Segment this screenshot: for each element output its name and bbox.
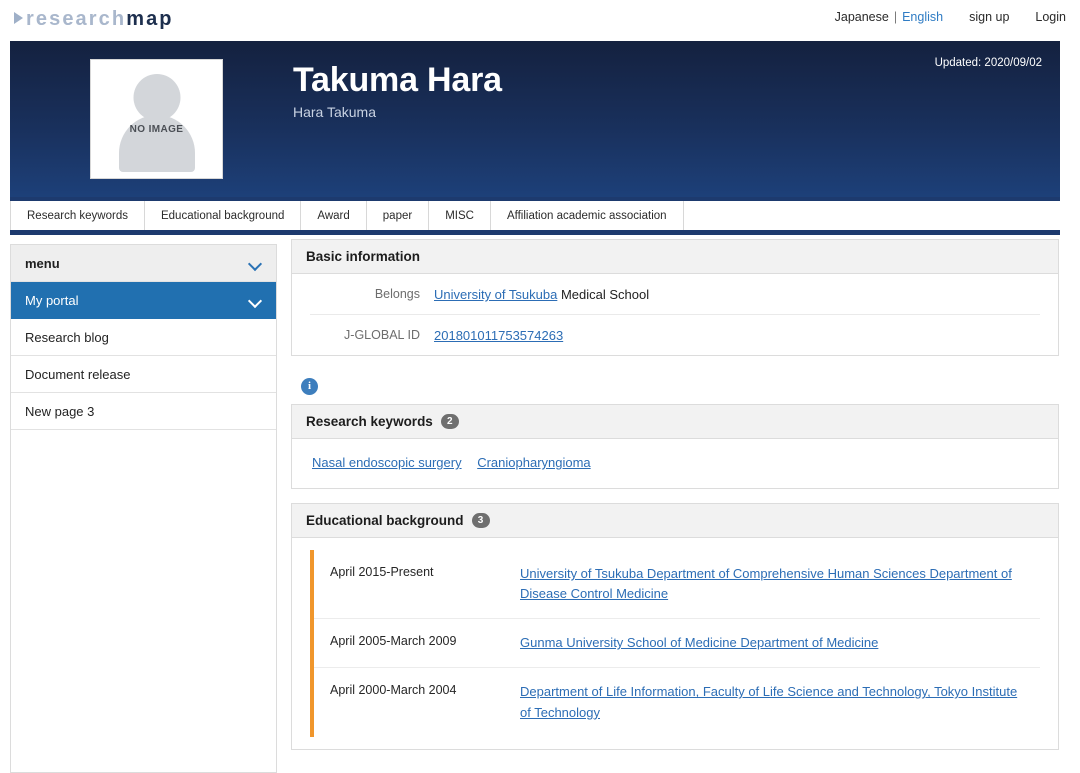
education-period: April 2005-March 2009 xyxy=(330,633,520,648)
sidebar-item-label: New page 3 xyxy=(25,404,94,419)
sidebar-menu-header[interactable]: menu xyxy=(11,245,276,282)
education-period: April 2000-March 2004 xyxy=(330,682,520,697)
page-body: menu My portal Research blog Document re… xyxy=(0,239,1080,773)
educational-background-list: April 2015-Present University of Tsukuba… xyxy=(310,550,1040,737)
chevron-down-icon[interactable] xyxy=(249,296,262,304)
basic-information-panel: Basic information Belongs University of … xyxy=(291,239,1059,356)
education-period: April 2015-Present xyxy=(330,564,520,579)
info-circle-icon[interactable]: i xyxy=(301,378,318,395)
educational-background-title: Educational background xyxy=(306,513,464,528)
educational-background-header: Educational background 3 xyxy=(292,504,1058,538)
sign-up-link[interactable]: sign up xyxy=(969,10,1009,24)
person-silhouette-icon xyxy=(91,60,222,178)
belongs-label: Belongs xyxy=(310,287,434,301)
basic-information-title: Basic information xyxy=(306,249,420,264)
research-keywords-count-badge: 2 xyxy=(441,414,459,429)
language-english-link[interactable]: English xyxy=(902,10,943,24)
sidebar-item-new-page-3[interactable]: New page 3 xyxy=(11,393,276,430)
education-institution-link[interactable]: Department of Life Information, Faculty … xyxy=(520,684,1017,719)
logo-text-map: map xyxy=(126,8,173,31)
sidebar-item-research-blog[interactable]: Research blog xyxy=(11,319,276,356)
play-triangle-icon xyxy=(14,12,23,24)
education-institution-link[interactable]: University of Tsukuba Department of Comp… xyxy=(520,566,1012,601)
info-icon-row: i xyxy=(291,370,1059,402)
updated-timestamp: Updated: 2020/09/02 xyxy=(935,57,1042,69)
belongs-link[interactable]: University of Tsukuba xyxy=(434,287,557,302)
basic-information-body: Belongs University of Tsukuba Medical Sc… xyxy=(292,274,1058,355)
education-institution-link[interactable]: Gunma University School of Medicine Depa… xyxy=(520,635,878,650)
top-navigation: Japanese | English sign up Login xyxy=(835,10,1066,24)
sidebar-item-label: Research blog xyxy=(25,330,109,345)
language-separator: | xyxy=(894,10,897,24)
education-institution: Department of Life Information, Faculty … xyxy=(520,682,1030,722)
tab-educational-background[interactable]: Educational background xyxy=(145,201,301,230)
list-item: April 2005-March 2009 Gunma University S… xyxy=(314,619,1040,668)
language-japanese-link[interactable]: Japanese xyxy=(835,10,889,24)
research-keywords-header: Research keywords 2 xyxy=(292,405,1058,439)
educational-background-panel: Educational background 3 April 2015-Pres… xyxy=(291,503,1059,750)
education-institution: University of Tsukuba Department of Comp… xyxy=(520,564,1030,604)
tab-paper[interactable]: paper xyxy=(367,201,429,230)
belongs-rest-text: Medical School xyxy=(557,287,649,302)
profile-hero-banner: NO IMAGE Takuma Hara Hara Takuma Updated… xyxy=(10,41,1060,197)
top-bar: research map Japanese | English sign up … xyxy=(0,0,1080,38)
sidebar: menu My portal Research blog Document re… xyxy=(10,244,277,773)
sidebar-menu-header-label: menu xyxy=(25,256,60,271)
tab-misc[interactable]: MISC xyxy=(429,201,491,230)
tab-bar: Research keywords Educational background… xyxy=(10,197,1060,235)
main-content: Basic information Belongs University of … xyxy=(291,239,1059,764)
table-row: J-GLOBAL ID 201801011753574263 xyxy=(310,315,1040,355)
research-keywords-panel: Research keywords 2 Nasal endoscopic sur… xyxy=(291,404,1059,489)
research-keywords-body: Nasal endoscopic surgery Craniopharyngio… xyxy=(292,439,1058,488)
sidebar-item-document-release[interactable]: Document release xyxy=(11,356,276,393)
chevron-down-icon[interactable] xyxy=(249,259,262,267)
jglobal-id-link[interactable]: 201801011753574263 xyxy=(434,328,563,343)
research-keywords-title: Research keywords xyxy=(306,414,433,429)
sidebar-item-label: My portal xyxy=(25,293,78,308)
basic-information-header: Basic information xyxy=(292,240,1058,274)
avatar: NO IMAGE xyxy=(90,59,223,179)
list-item: April 2015-Present University of Tsukuba… xyxy=(314,550,1040,619)
page-title: Takuma Hara xyxy=(293,61,502,100)
site-logo[interactable]: research map xyxy=(14,8,174,31)
table-row: Belongs University of Tsukuba Medical Sc… xyxy=(310,274,1040,315)
educational-background-count-badge: 3 xyxy=(472,513,490,528)
tab-list: Research keywords Educational background… xyxy=(10,201,1060,230)
sidebar-item-label: Document release xyxy=(25,367,131,382)
name-reading: Hara Takuma xyxy=(293,104,376,120)
tab-research-keywords[interactable]: Research keywords xyxy=(10,201,145,230)
logo-text-research: research xyxy=(26,8,126,31)
avatar-no-image-label: NO IMAGE xyxy=(91,124,222,135)
sidebar-item-my-portal[interactable]: My portal xyxy=(11,282,276,319)
keyword-link[interactable]: Nasal endoscopic surgery xyxy=(312,455,462,470)
belongs-value: University of Tsukuba Medical School xyxy=(434,287,649,302)
login-link[interactable]: Login xyxy=(1035,10,1066,24)
jglobal-id-value: 201801011753574263 xyxy=(434,328,563,343)
list-item: April 2000-March 2004 Department of Life… xyxy=(314,668,1040,736)
jglobal-id-label: J-GLOBAL ID xyxy=(310,328,434,342)
tab-affiliation-academic-association[interactable]: Affiliation academic association xyxy=(491,201,684,230)
tab-award[interactable]: Award xyxy=(301,201,366,230)
keyword-link[interactable]: Craniopharyngioma xyxy=(477,455,590,470)
education-institution: Gunma University School of Medicine Depa… xyxy=(520,633,878,653)
